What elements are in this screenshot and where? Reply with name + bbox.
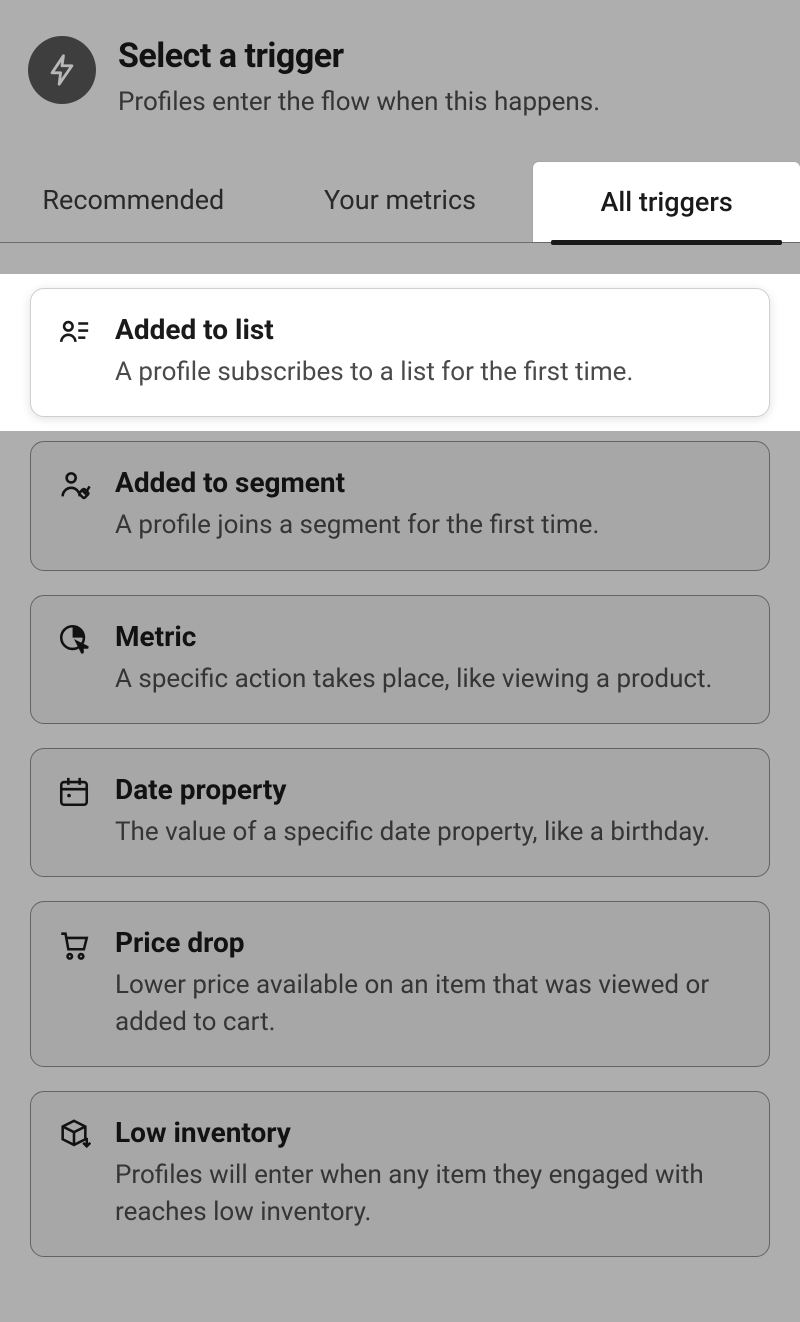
trigger-low-inventory[interactable]: Low inventory Profiles will enter when a…	[30, 1091, 770, 1257]
trigger-desc: The value of a specific date property, l…	[115, 814, 710, 850]
trigger-desc: Profiles will enter when any item they e…	[115, 1157, 743, 1230]
trigger-title: Added to list	[115, 313, 633, 346]
lightning-icon	[28, 36, 96, 104]
trigger-title: Price drop	[115, 926, 743, 959]
box-down-icon	[57, 1118, 93, 1154]
trigger-title: Date property	[115, 773, 710, 806]
modal-header: Select a trigger Profiles enter the flow…	[0, 0, 800, 130]
chart-click-icon	[57, 622, 93, 658]
calendar-icon	[57, 775, 93, 811]
trigger-desc: Lower price available on an item that wa…	[115, 967, 743, 1040]
trigger-title: Added to segment	[115, 466, 599, 499]
user-segment-icon	[57, 468, 93, 504]
cart-icon	[57, 928, 93, 964]
trigger-desc: A profile subscribes to a list for the f…	[115, 354, 633, 390]
trigger-title: Low inventory	[115, 1116, 743, 1149]
modal-title: Select a trigger	[118, 36, 600, 76]
trigger-price-drop[interactable]: Price drop Lower price available on an i…	[30, 901, 770, 1067]
trigger-desc: A specific action takes place, like view…	[115, 661, 712, 697]
tab-active-underline	[551, 240, 782, 245]
trigger-title: Metric	[115, 620, 712, 653]
tab-all-triggers-highlight[interactable]: All triggers	[533, 162, 800, 242]
tab-your-metrics[interactable]: Your metrics	[267, 162, 534, 242]
tab-label: All triggers	[601, 186, 733, 218]
trigger-added-to-segment[interactable]: Added to segment A profile joins a segme…	[30, 441, 770, 570]
trigger-added-to-list-highlight[interactable]: Added to list A profile subscribes to a …	[30, 288, 770, 417]
trigger-date-property[interactable]: Date property The value of a specific da…	[30, 748, 770, 877]
modal-subtitle: Profiles enter the flow when this happen…	[118, 86, 600, 120]
trigger-desc: A profile joins a segment for the first …	[115, 507, 599, 543]
tab-recommended[interactable]: Recommended	[0, 162, 267, 242]
trigger-metric[interactable]: Metric A specific action takes place, li…	[30, 595, 770, 724]
user-list-icon	[57, 315, 93, 351]
